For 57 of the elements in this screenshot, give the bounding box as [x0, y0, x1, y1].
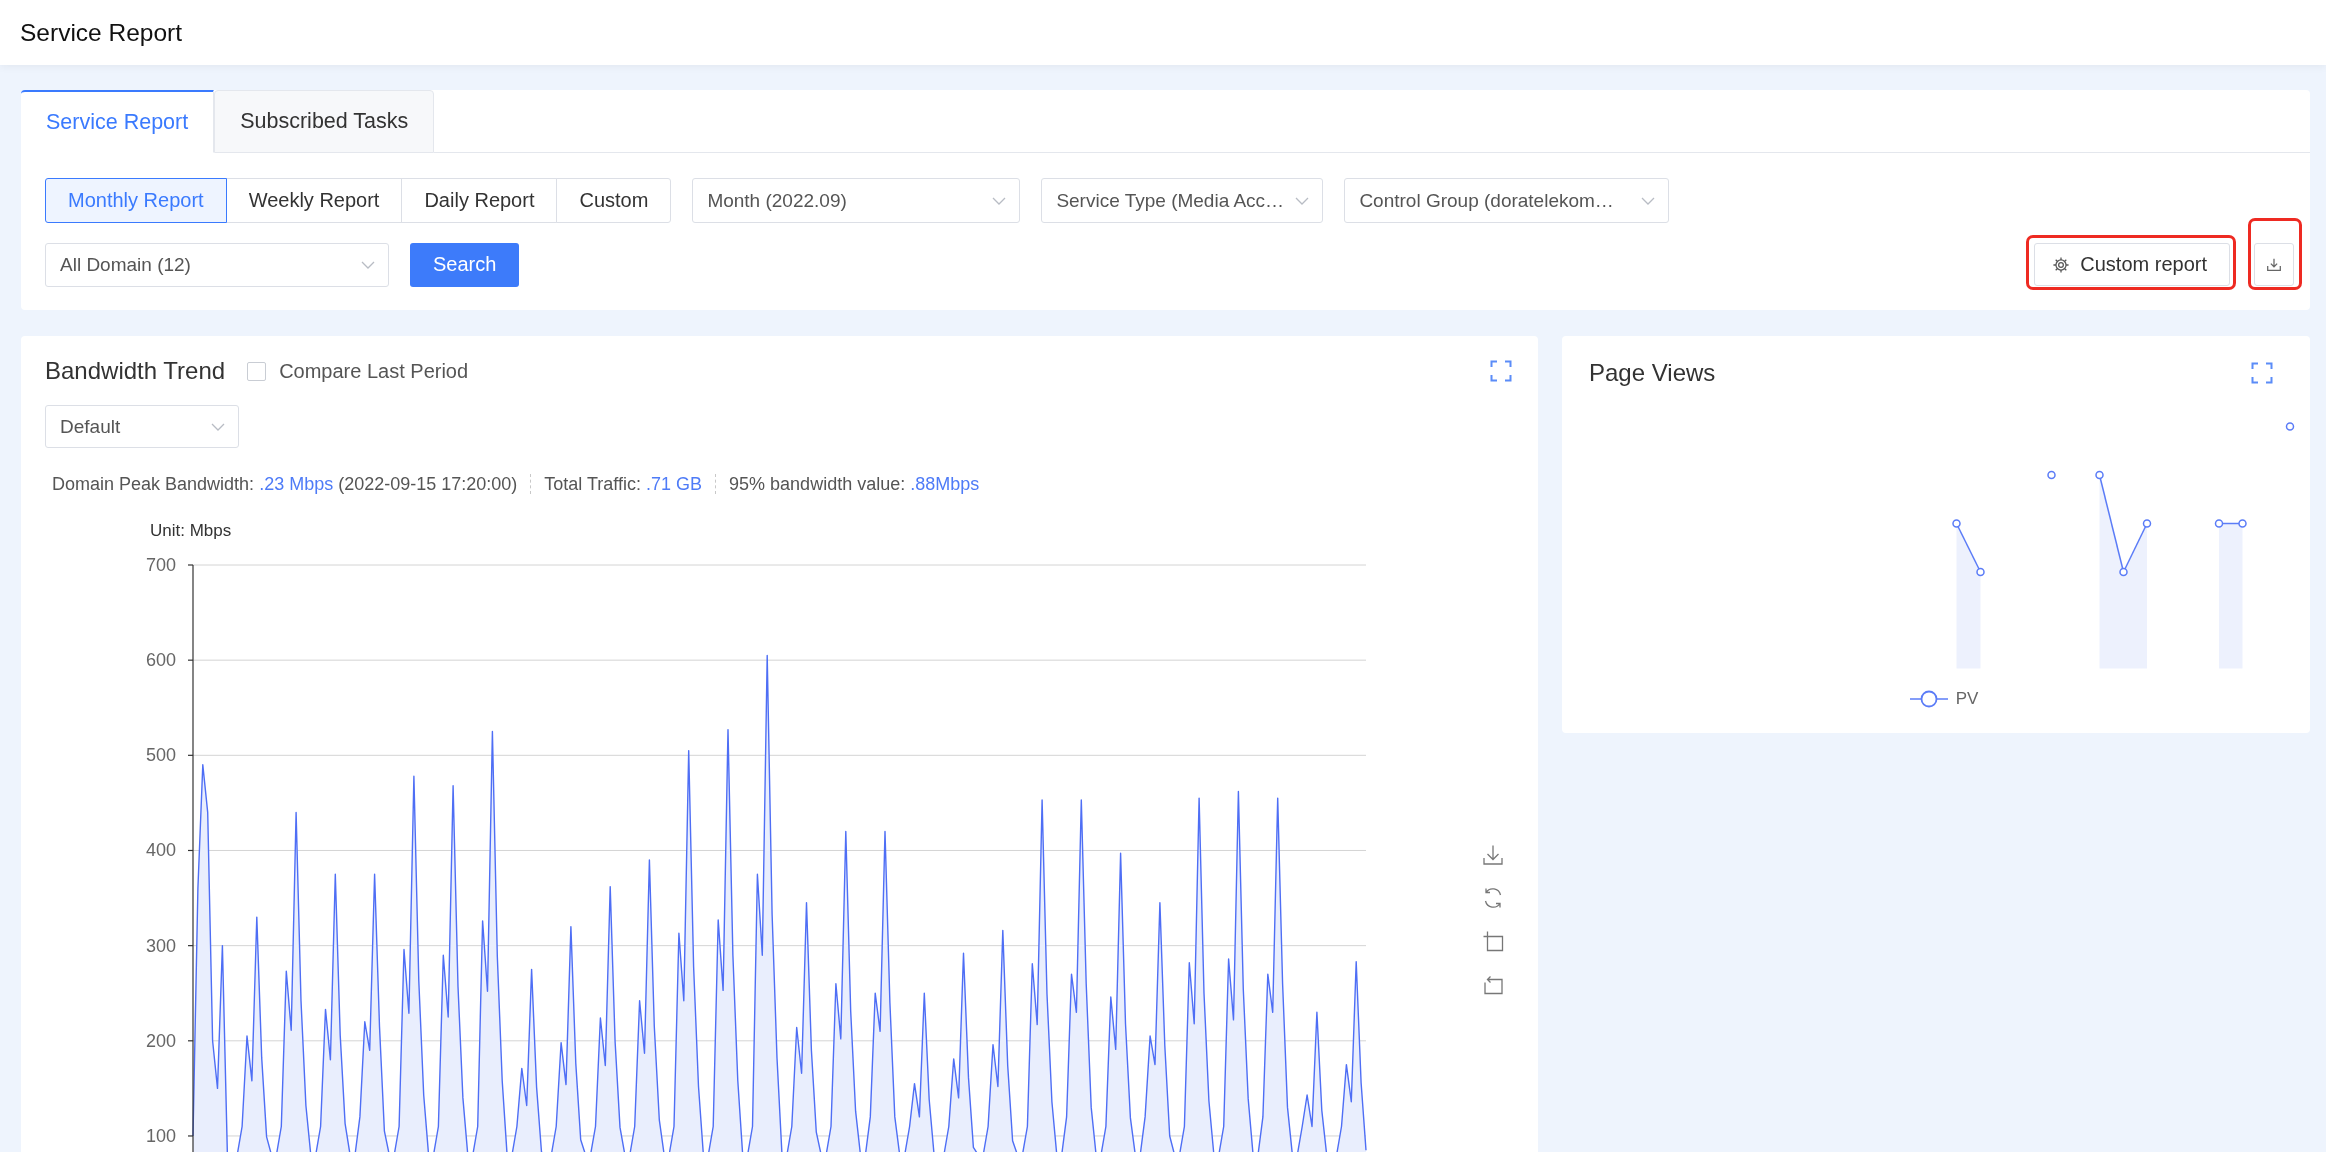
stat-label: 95% bandwidth value: — [729, 473, 906, 495]
refresh-icon[interactable] — [1482, 887, 1504, 909]
stat-label: Domain Peak Bandwidth: — [52, 473, 255, 495]
dropdown-field[interactable]: All Domain (12) — [45, 242, 389, 287]
dropdown-field[interactable]: Month (2022.09) — [692, 178, 1021, 223]
y-tick-label: 600 — [145, 650, 176, 671]
download-icon[interactable] — [1482, 844, 1504, 866]
legend-line-icon[interactable] — [1909, 690, 1948, 708]
data-point — [2285, 422, 2295, 431]
data-point — [1952, 519, 1961, 528]
report-type-tab[interactable]: Monthly Report — [45, 178, 227, 223]
data-point — [2047, 470, 2056, 480]
checkbox[interactable] — [247, 361, 267, 381]
search-button[interactable]: Search — [410, 242, 520, 287]
tab[interactable]: Subscribed Tasks — [214, 90, 435, 153]
dropdown-field[interactable]: Control Group (doratelekom… — [1344, 178, 1670, 223]
undo-icon[interactable] — [1482, 973, 1504, 995]
crop-icon[interactable] — [1482, 930, 1504, 952]
page-title: Service Report — [20, 18, 183, 47]
axis-unit-label: Unit: Mbps — [150, 521, 232, 540]
stat-note: (2022-09-15 17:20:00) — [338, 473, 518, 495]
stat-value: .71 GB — [646, 473, 703, 495]
y-tick-label: 200 — [145, 1030, 176, 1051]
chevron-down-icon — [992, 196, 1007, 205]
tab[interactable]: Service Report — [21, 90, 215, 153]
y-tick-label: 500 — [145, 745, 176, 766]
chevron-down-icon — [211, 422, 225, 431]
data-point — [2095, 470, 2104, 480]
fullscreen-icon[interactable] — [2251, 362, 2273, 384]
report-type-tab[interactable]: Daily Report — [401, 178, 558, 223]
settings-icon — [2052, 255, 2071, 274]
checkbox-label[interactable]: Compare Last Period — [279, 359, 469, 383]
chevron-down-icon — [361, 260, 375, 269]
data-point — [2238, 519, 2247, 528]
chevron-down-icon — [1641, 196, 1656, 205]
data-point — [2119, 567, 2128, 577]
data-point — [2214, 519, 2224, 528]
dropdown-field[interactable]: Service Type (Media Acc… — [1041, 178, 1324, 223]
stat-label: Total Traffic: — [544, 473, 642, 495]
data-point — [2142, 519, 2152, 528]
dropdown-field[interactable]: Default — [45, 405, 239, 448]
y-tick-label: 100 — [145, 1125, 176, 1146]
card-title: Bandwidth Trend — [45, 357, 226, 385]
y-tick-label: 400 — [145, 840, 176, 861]
stat-value: .88Mbps — [910, 473, 980, 495]
card-title: Page Views — [1589, 359, 1716, 387]
download-button[interactable] — [2254, 243, 2294, 286]
y-tick-label: 700 — [145, 555, 176, 575]
legend-label[interactable]: PV — [1955, 689, 1979, 709]
report-type-tab[interactable]: Weekly Report — [225, 178, 403, 223]
fullscreen-icon[interactable] — [1490, 360, 1512, 382]
data-point — [1976, 567, 1985, 577]
y-tick-label: 300 — [145, 935, 176, 956]
stat-value: .23 Mbps — [259, 473, 334, 495]
report-type-tab[interactable]: Custom — [556, 178, 672, 223]
custom-report-button[interactable]: Custom report — [2034, 243, 2230, 286]
chevron-down-icon — [1295, 196, 1310, 205]
